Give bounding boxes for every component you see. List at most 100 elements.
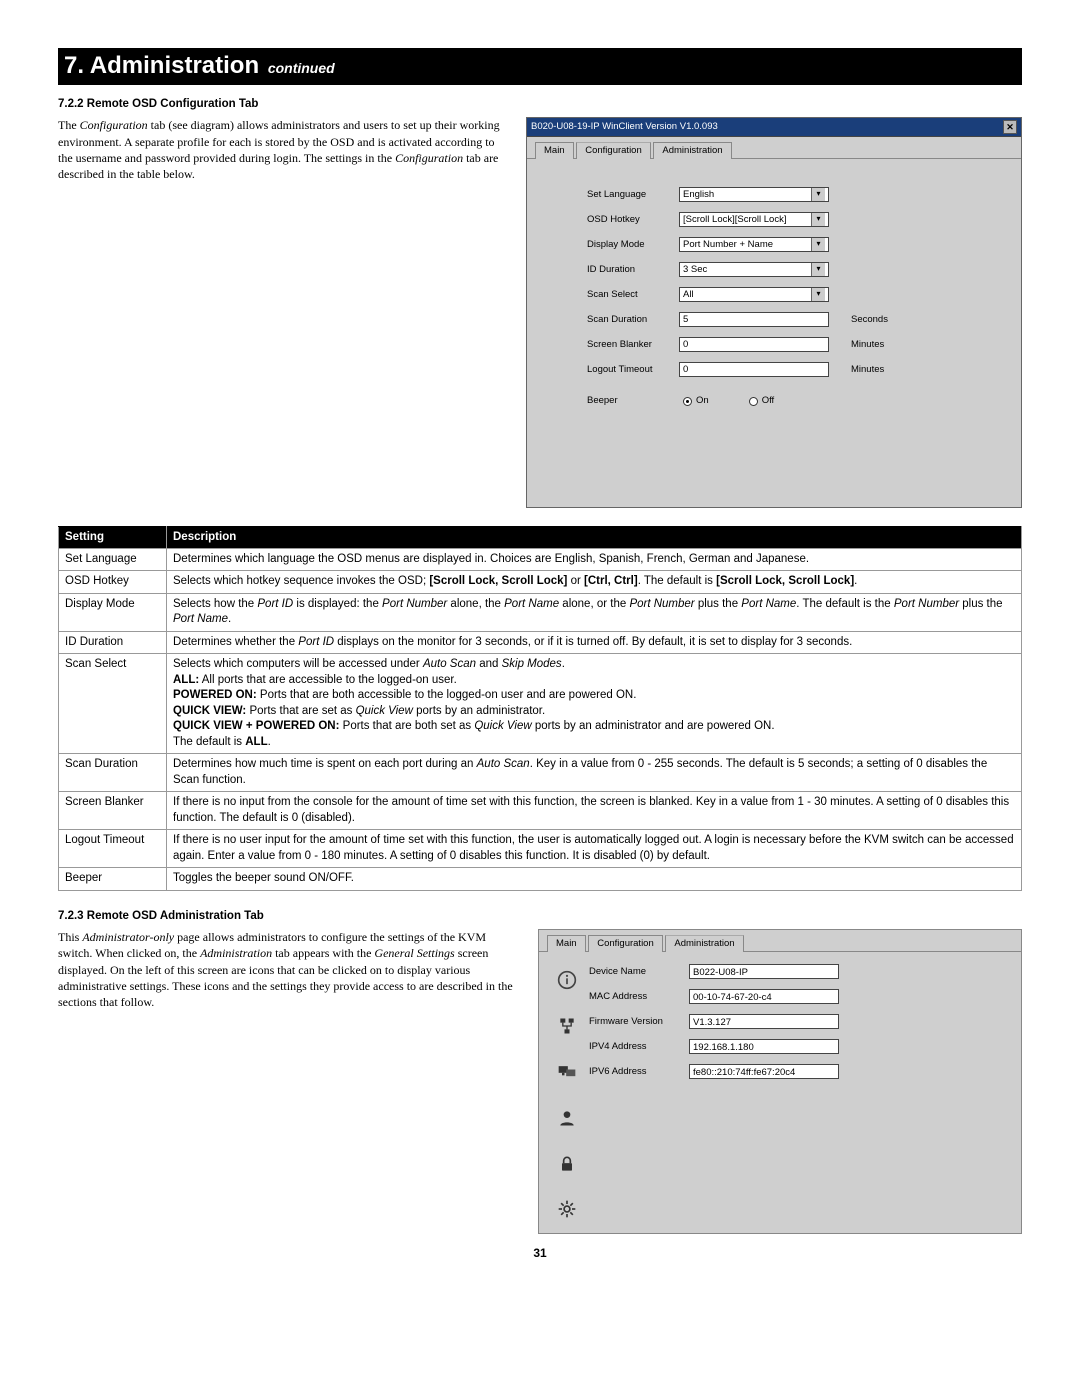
page-header: 7. Administration continued	[58, 48, 1022, 85]
ipv6-address-label: IPV6 Address	[589, 1066, 689, 1078]
tab-configuration-2[interactable]: Configuration	[588, 935, 663, 952]
close-icon[interactable]: ✕	[1003, 120, 1017, 134]
admin-tabs: Main Configuration Administration	[547, 934, 1017, 951]
settings-table: Setting Description Set LanguageDetermin…	[58, 526, 1022, 891]
ipv4-address-input[interactable]: 192.168.1.180	[689, 1039, 839, 1054]
setting-cell: Display Mode	[59, 593, 167, 631]
winclient-titlebar: B020-U08-19-IP WinClient Version V1.0.09…	[527, 118, 1021, 137]
setting-cell: Scan Duration	[59, 754, 167, 792]
firmware-version-label: Firmware Version	[589, 1016, 689, 1028]
winclient-window: B020-U08-19-IP WinClient Version V1.0.09…	[526, 117, 1022, 508]
osd-hotkey-label: OSD Hotkey	[587, 214, 679, 226]
id-duration-label: ID Duration	[587, 264, 679, 276]
logout-timeout-input[interactable]: 0	[679, 362, 829, 377]
id-duration-select[interactable]: 3 Sec▾	[679, 262, 829, 277]
header-description: Description	[167, 527, 1022, 548]
setting-cell: ID Duration	[59, 631, 167, 654]
chevron-down-icon: ▾	[811, 213, 825, 226]
monitors-icon[interactable]	[557, 1062, 577, 1086]
screen-blanker-suffix: Minutes	[851, 339, 884, 351]
scan-duration-label: Scan Duration	[587, 314, 679, 326]
osd-hotkey-select[interactable]: [Scroll Lock][Scroll Lock]▾	[679, 212, 829, 227]
beeper-radio-off[interactable]: Off	[749, 395, 775, 407]
tab-main[interactable]: Main	[535, 142, 574, 159]
ipv6-address-input[interactable]: fe80::210:74ff:fe67:20c4	[689, 1064, 839, 1079]
table-row: OSD HotkeySelects which hotkey sequence …	[59, 571, 1022, 594]
scan-duration-suffix: Seconds	[851, 314, 888, 326]
device-name-label: Device Name	[589, 966, 689, 978]
screen-blanker-label: Screen Blanker	[587, 339, 679, 351]
info-icon[interactable]	[557, 970, 577, 994]
chevron-down-icon: ▾	[811, 263, 825, 276]
screen-blanker-input[interactable]: 0	[679, 337, 829, 352]
scan-select-label: Scan Select	[587, 289, 679, 301]
ipv4-address-label: IPV4 Address	[589, 1041, 689, 1053]
section-heading-722: 7.2.2 Remote OSD Configuration Tab	[58, 97, 1022, 111]
header-setting: Setting	[59, 527, 167, 548]
display-mode-select[interactable]: Port Number + Name▾	[679, 237, 829, 252]
table-row: BeeperToggles the beeper sound ON/OFF.	[59, 868, 1022, 891]
table-row: Screen BlankerIf there is no input from …	[59, 792, 1022, 830]
tab-main-2[interactable]: Main	[547, 935, 586, 952]
winclient-tabs: Main Configuration Administration	[535, 141, 1017, 158]
header-subtitle: continued	[268, 60, 335, 76]
firmware-version-input[interactable]: V1.3.127	[689, 1014, 839, 1029]
section-heading-723: 7.2.3 Remote OSD Administration Tab	[58, 909, 1022, 923]
beeper-radios: On Off	[683, 395, 774, 407]
setting-cell: Set Language	[59, 548, 167, 571]
table-row: Scan DurationDetermines how much time is…	[59, 754, 1022, 792]
winclient-panel: Set Language English▾ OSD Hotkey [Scroll…	[527, 158, 1021, 507]
tab-administration-2[interactable]: Administration	[665, 935, 743, 952]
radio-on-icon	[683, 397, 692, 406]
network-icon[interactable]	[557, 1016, 577, 1040]
lock-icon[interactable]	[557, 1154, 577, 1178]
description-cell: Determines whether the Port ID displays …	[167, 631, 1022, 654]
setting-cell: OSD Hotkey	[59, 571, 167, 594]
description-cell: Selects which hotkey sequence invokes th…	[167, 571, 1022, 594]
beeper-radio-on[interactable]: On	[683, 395, 709, 407]
user-icon[interactable]	[557, 1108, 577, 1132]
chevron-down-icon: ▾	[811, 288, 825, 301]
tab-administration[interactable]: Administration	[653, 142, 731, 159]
description-cell: Determines how much time is spent on eac…	[167, 754, 1022, 792]
set-language-label: Set Language	[587, 189, 679, 201]
scan-duration-input[interactable]: 5	[679, 312, 829, 327]
device-name-input[interactable]: B022-U08-IP	[689, 964, 839, 979]
beeper-label: Beeper	[587, 395, 679, 407]
page-number: 31	[58, 1246, 1022, 1261]
admin-form: Device Name B022-U08-IP MAC Address 00-1…	[585, 964, 1011, 1223]
setting-cell: Screen Blanker	[59, 792, 167, 830]
set-language-select[interactable]: English▾	[679, 187, 829, 202]
admin-icon-column	[549, 964, 585, 1223]
header-title: 7. Administration	[64, 52, 259, 79]
description-cell: Determines which language the OSD menus …	[167, 548, 1022, 571]
logout-timeout-suffix: Minutes	[851, 364, 884, 376]
setting-cell: Beeper	[59, 868, 167, 891]
table-row: Set LanguageDetermines which language th…	[59, 548, 1022, 571]
logout-timeout-label: Logout Timeout	[587, 364, 679, 376]
admin-window: Main Configuration Administration Device…	[538, 929, 1022, 1234]
chevron-down-icon: ▾	[811, 188, 825, 201]
mac-address-input[interactable]: 00-10-74-67-20-c4	[689, 989, 839, 1004]
tab-configuration[interactable]: Configuration	[576, 142, 651, 159]
description-cell: Selects how the Port ID is displayed: th…	[167, 593, 1022, 631]
table-row: Display ModeSelects how the Port ID is d…	[59, 593, 1022, 631]
winclient-title-text: B020-U08-19-IP WinClient Version V1.0.09…	[531, 121, 718, 133]
display-mode-label: Display Mode	[587, 239, 679, 251]
section1-paragraph: The Configuration tab (see diagram) allo…	[58, 117, 508, 182]
setting-cell: Logout Timeout	[59, 830, 167, 868]
section2-paragraph: This Administrator-only page allows admi…	[58, 929, 520, 1010]
description-cell: Toggles the beeper sound ON/OFF.	[167, 868, 1022, 891]
chevron-down-icon: ▾	[811, 238, 825, 251]
table-row: Logout TimeoutIf there is no user input …	[59, 830, 1022, 868]
table-row: Scan SelectSelects which computers will …	[59, 654, 1022, 754]
scan-select-select[interactable]: All▾	[679, 287, 829, 302]
radio-off-icon	[749, 397, 758, 406]
table-row: ID DurationDetermines whether the Port I…	[59, 631, 1022, 654]
description-cell: If there is no input from the console fo…	[167, 792, 1022, 830]
setting-cell: Scan Select	[59, 654, 167, 754]
gear-icon[interactable]	[557, 1199, 577, 1223]
description-cell: If there is no user input for the amount…	[167, 830, 1022, 868]
description-cell: Selects which computers will be accessed…	[167, 654, 1022, 754]
mac-address-label: MAC Address	[589, 991, 689, 1003]
